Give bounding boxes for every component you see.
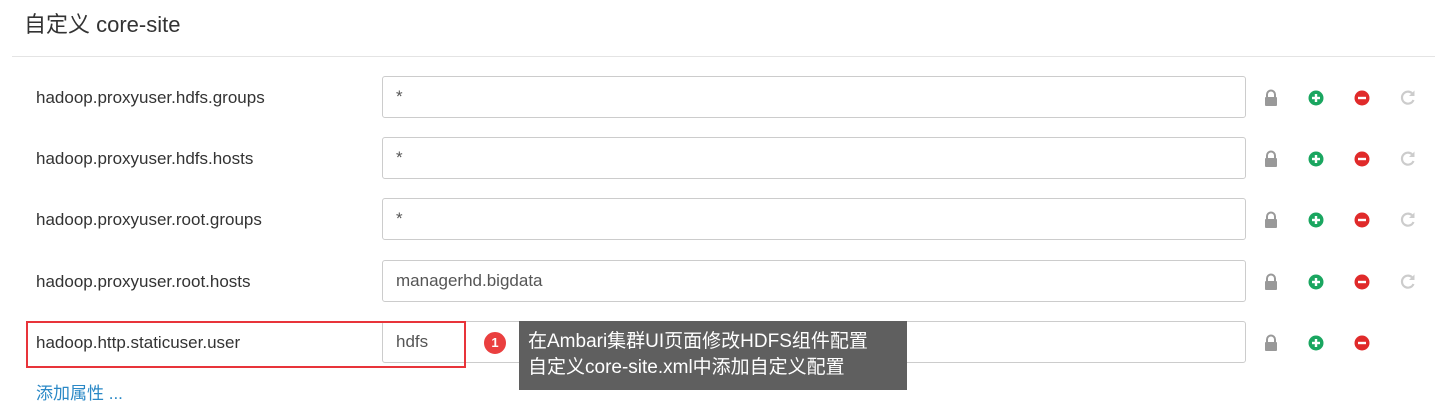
plus-circle-icon[interactable]: [1306, 333, 1326, 353]
lock-icon[interactable]: [1261, 210, 1281, 230]
property-value-input[interactable]: [382, 137, 1246, 179]
property-row: hadoop.proxyuser.root.groups: [0, 198, 1435, 242]
plus-circle-icon[interactable]: [1306, 272, 1326, 292]
undo-icon[interactable]: [1398, 149, 1418, 169]
plus-circle-icon[interactable]: [1306, 149, 1326, 169]
add-property-link[interactable]: 添加属性 ...: [36, 382, 123, 406]
annotation-tooltip: 在Ambari集群UI页面修改HDFS组件配置 自定义core-site.xml…: [519, 321, 907, 390]
annotation-line-1: 在Ambari集群UI页面修改HDFS组件配置: [528, 331, 868, 352]
lock-icon[interactable]: [1261, 333, 1281, 353]
undo-icon[interactable]: [1398, 88, 1418, 108]
property-row: hadoop.proxyuser.hdfs.hosts: [0, 137, 1435, 181]
minus-circle-icon[interactable]: [1352, 149, 1372, 169]
lock-icon[interactable]: [1261, 88, 1281, 108]
undo-icon[interactable]: [1398, 210, 1418, 230]
property-key: hadoop.proxyuser.hdfs.hosts: [36, 149, 254, 168]
property-value-input[interactable]: [382, 76, 1246, 118]
minus-circle-icon[interactable]: [1352, 333, 1372, 353]
property-value-input[interactable]: [382, 260, 1246, 302]
minus-circle-icon[interactable]: [1352, 272, 1372, 292]
lock-icon[interactable]: [1261, 272, 1281, 292]
step-badge: 1: [482, 330, 508, 356]
lock-icon[interactable]: [1261, 149, 1281, 169]
property-key: hadoop.proxyuser.hdfs.groups: [36, 88, 265, 107]
annotation-line-2: 自定义core-site.xml中添加自定义配置: [528, 357, 845, 378]
plus-circle-icon[interactable]: [1306, 210, 1326, 230]
property-row: hadoop.proxyuser.root.hosts: [0, 260, 1435, 304]
highlight-box: [26, 321, 466, 368]
property-key: hadoop.proxyuser.root.hosts: [36, 272, 251, 291]
plus-circle-icon[interactable]: [1306, 88, 1326, 108]
minus-circle-icon[interactable]: [1352, 210, 1372, 230]
section-title: 自定义 core-site: [24, 12, 181, 37]
minus-circle-icon[interactable]: [1352, 88, 1372, 108]
undo-icon[interactable]: [1398, 272, 1418, 292]
section-divider: [12, 56, 1435, 57]
property-value-input[interactable]: [382, 198, 1246, 240]
property-key: hadoop.proxyuser.root.groups: [36, 210, 262, 229]
property-row: hadoop.proxyuser.hdfs.groups: [0, 76, 1435, 120]
